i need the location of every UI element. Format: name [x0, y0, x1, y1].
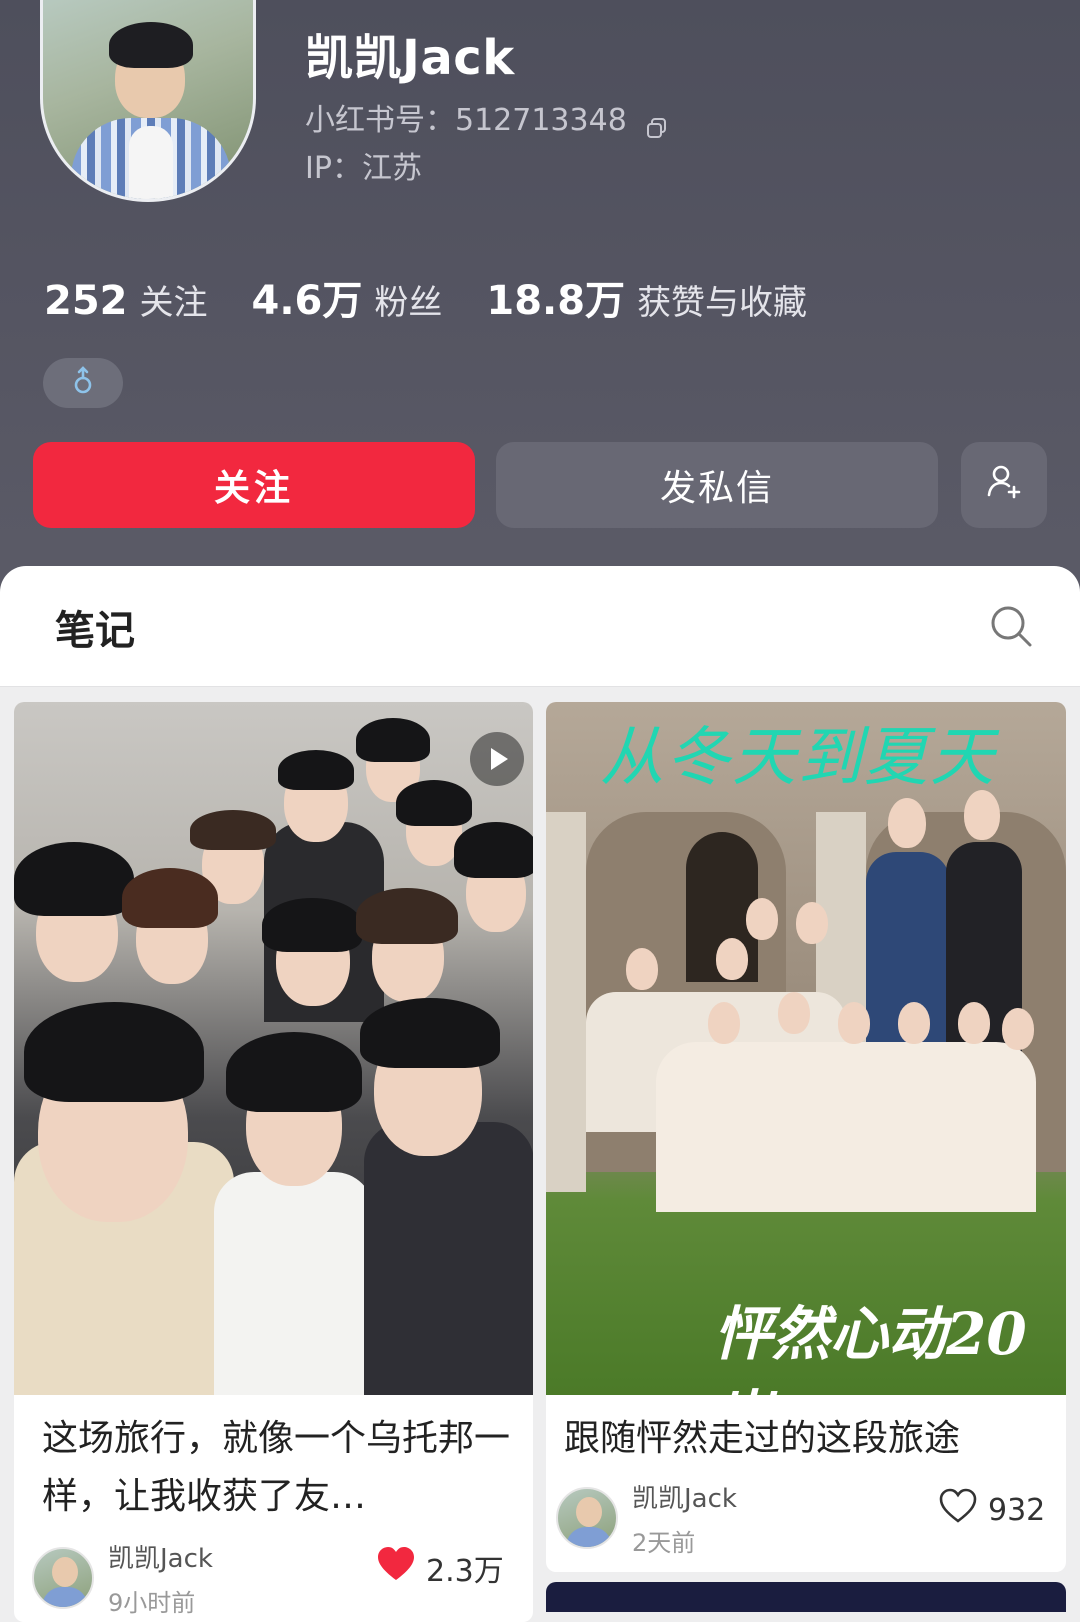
message-button[interactable]: 发私信	[496, 442, 938, 528]
next-note-card-peek[interactable]	[546, 1582, 1066, 1612]
cover-logo: 怦然心动20岁	[714, 1300, 1027, 1395]
avatar	[556, 1487, 618, 1549]
note-cover-image[interactable]: 从冬天到夏天 怦然心动20岁	[546, 702, 1066, 1395]
profile-id: 小红书号：512713348	[305, 95, 667, 139]
stat-followers-value: 4.6万	[251, 278, 363, 324]
like-count: 932	[988, 1492, 1046, 1528]
stat-following-label: 关注	[139, 283, 208, 323]
like-button[interactable]: 2.3万	[376, 1546, 504, 1590]
cover-title-text: 从冬天到夏天	[600, 721, 996, 795]
stat-followers[interactable]: 4.6万 粉丝	[252, 268, 443, 326]
like-button[interactable]: 932	[938, 1488, 1045, 1532]
profile-header: 凯凯Jack 小红书号：512713348 IP：江苏 252 关注 4.6万 …	[0, 0, 1080, 600]
stat-likes-value: 18.8万	[486, 278, 626, 324]
note-author-name: 凯凯Jack	[632, 1484, 737, 1514]
profile-ip: IP：江苏	[305, 151, 422, 186]
stat-following[interactable]: 252 关注	[44, 275, 208, 324]
note-title[interactable]: 这场旅行，就像一个乌托邦一样，让我收获了友…	[42, 1410, 512, 1526]
note-author-name: 凯凯Jack	[108, 1544, 213, 1574]
notes-tab-bar: 笔记	[0, 566, 1080, 687]
search-icon[interactable]	[988, 603, 1034, 649]
stat-following-value: 252	[44, 278, 128, 324]
note-cover-image[interactable]	[14, 702, 533, 1395]
add-friend-icon	[984, 461, 1024, 510]
profile-name: 凯凯Jack	[305, 30, 515, 86]
note-time: 9小时前	[108, 1589, 196, 1617]
profile-stats: 252 关注 4.6万 粉丝 18.8万 获赞与收藏	[44, 268, 851, 326]
add-friend-button[interactable]	[961, 442, 1047, 528]
follow-button[interactable]: 关注	[33, 442, 475, 528]
like-count: 2.3万	[426, 1554, 504, 1589]
avatar	[32, 1547, 94, 1609]
note-card[interactable]: 这场旅行，就像一个乌托邦一样，让我收获了友… 凯凯Jack 9小时前 2.3万	[14, 702, 533, 1622]
stat-likes-label: 获赞与收藏	[637, 283, 808, 323]
note-time: 2天前	[632, 1529, 696, 1557]
heart-filled-icon	[376, 1546, 426, 1590]
heart-outline-icon	[938, 1488, 988, 1532]
note-author[interactable]: 凯凯Jack 2天前	[556, 1478, 737, 1558]
stat-followers-label: 粉丝	[374, 283, 443, 323]
male-icon	[71, 366, 95, 400]
stat-likes-collects[interactable]: 18.8万 获赞与收藏	[486, 268, 807, 326]
gender-badge	[43, 358, 123, 408]
note-title[interactable]: 跟随怦然走过的这段旅途	[564, 1410, 1044, 1468]
profile-avatar[interactable]	[40, 0, 256, 202]
profile-id-text: 小红书号：512713348	[305, 103, 627, 138]
tab-notes[interactable]: 笔记	[55, 598, 135, 656]
play-icon[interactable]	[470, 732, 524, 786]
copy-icon[interactable]	[646, 112, 667, 138]
note-card[interactable]: 从冬天到夏天 怦然心动20岁 跟随怦然走过的这段旅途 凯凯Jack 2天前 93…	[546, 702, 1066, 1572]
note-author[interactable]: 凯凯Jack 9小时前	[32, 1538, 213, 1618]
